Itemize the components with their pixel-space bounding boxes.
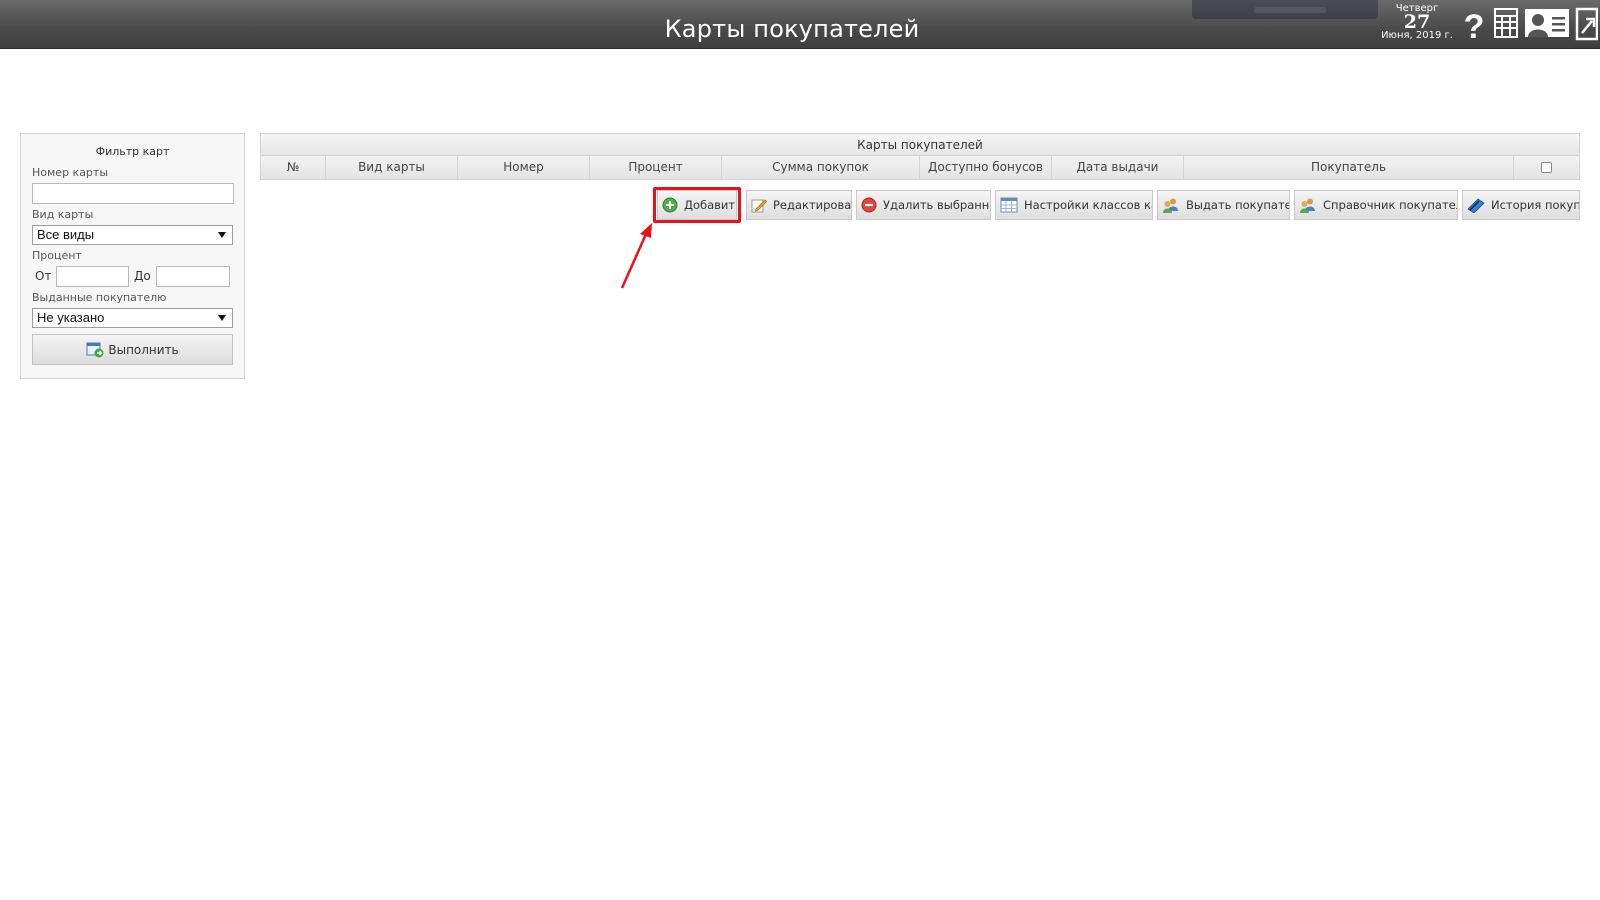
filter-title: Фильтр карт (95, 145, 170, 158)
card-class-settings-label: Настройки классов карт (1024, 198, 1152, 212)
user-info-strip[interactable] (1192, 0, 1378, 19)
table-settings-icon (1000, 197, 1018, 213)
page-title: Карты покупателей (664, 15, 920, 43)
card-class-settings-button[interactable]: Настройки классов карт (995, 190, 1153, 220)
card-type-select[interactable]: Все виды (32, 225, 233, 245)
card-swipe-icon (1467, 198, 1485, 213)
help-icon[interactable]: ? (1462, 8, 1486, 42)
col-purchase-sum[interactable]: Сумма покупок (722, 156, 920, 179)
top-header: Карты покупателей Четверг 27 Июня, 2019 … (0, 0, 1600, 49)
run-filter-label: Выполнить (108, 342, 179, 357)
delete-selected-label: Удалить выбранные (883, 198, 990, 212)
percent-label: Процент (32, 249, 82, 262)
percent-to-label: До (134, 269, 151, 283)
user-info-placeholder (1254, 7, 1326, 13)
buyers-directory-label: Справочник покупателей (1323, 198, 1457, 212)
col-buyer[interactable]: Покупатель (1184, 156, 1514, 179)
card-type-label: Вид карты (32, 208, 94, 221)
col-card-number[interactable]: Номер (458, 156, 590, 179)
user-card-icon[interactable] (1524, 7, 1570, 39)
issue-to-buyer-label: Выдать покупателю (1186, 198, 1289, 212)
grid-header-row: № Вид карты Номер Процент Сумма покупок … (261, 156, 1579, 179)
card-number-label: Номер карты (32, 166, 109, 179)
run-icon (86, 342, 104, 357)
add-button-highlight (653, 187, 741, 223)
users-icon (1163, 198, 1178, 213)
date-day: 27 (1403, 11, 1431, 33)
date-display: Четверг 27 Июня, 2019 г. (1374, 3, 1460, 41)
date-month-year: Июня, 2019 г. (1381, 30, 1453, 41)
col-percent[interactable]: Процент (590, 156, 722, 179)
dropdown-arrow-icon (218, 315, 226, 321)
percent-from-input[interactable] (56, 266, 129, 287)
edit-button[interactable]: Редактировать (746, 190, 852, 220)
annotation-arrow-icon (620, 223, 652, 289)
edit-pencil-icon (751, 199, 767, 213)
purchase-history-button[interactable]: История покупок (1462, 190, 1580, 220)
dropdown-arrow-icon (218, 232, 226, 238)
purchase-history-label: История покупок (1491, 198, 1580, 212)
card-filter-panel: Фильтр карт Номер карты Вид карты Все ви… (20, 133, 245, 379)
percent-from-label: От (35, 269, 52, 283)
card-number-input[interactable] (32, 183, 234, 204)
buyers-directory-button[interactable]: Справочник покупателей (1294, 190, 1458, 220)
delete-icon (861, 197, 877, 213)
calculator-icon[interactable] (1494, 8, 1518, 38)
issued-selected-value: Не указано (37, 310, 105, 325)
svg-text:?: ? (1464, 8, 1485, 42)
run-filter-button[interactable]: Выполнить (32, 334, 233, 365)
card-type-selected-value: Все виды (37, 227, 95, 242)
col-card-type[interactable]: Вид карты (326, 156, 458, 179)
delete-selected-button[interactable]: Удалить выбранные (856, 190, 991, 220)
col-issue-date[interactable]: Дата выдачи (1052, 156, 1184, 179)
customer-cards-grid: Карты покупателей № Вид карты Номер Проц… (260, 133, 1580, 180)
col-available-bonuses[interactable]: Доступно бонусов (920, 156, 1052, 179)
select-all-checkbox[interactable] (1541, 162, 1552, 173)
percent-to-input[interactable] (156, 266, 230, 287)
col-select-all (1514, 156, 1579, 179)
issue-to-buyer-button[interactable]: Выдать покупателю (1157, 190, 1290, 220)
edit-label: Редактировать (773, 198, 852, 212)
issued-to-buyer-select[interactable]: Не указано (32, 308, 233, 328)
issued-to-buyer-label: Выданные покупателю (32, 291, 167, 304)
exit-icon[interactable] (1574, 7, 1598, 41)
grid-caption: Карты покупателей (261, 134, 1579, 156)
col-number[interactable]: № (261, 156, 326, 179)
users-icon (1300, 198, 1315, 213)
